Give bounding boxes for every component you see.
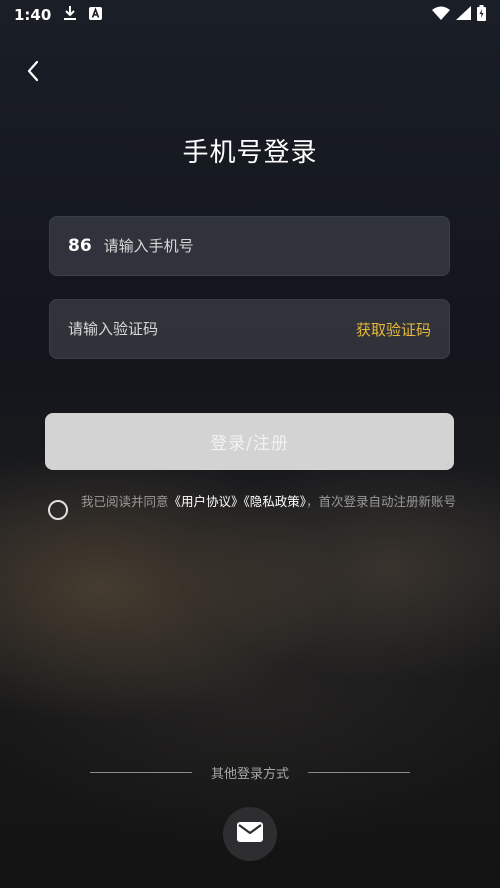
country-code[interactable]: 86 (68, 236, 92, 256)
phone-input[interactable] (103, 237, 431, 255)
divider-right (307, 771, 410, 773)
mail-login-button[interactable] (223, 807, 277, 861)
wifi-icon (432, 6, 450, 24)
get-code-button[interactable]: 获取验证码 (356, 319, 431, 340)
agreement-text: 我已阅读并同意《用户协议》《隐私政策》，首次登录自动注册新账号 (81, 492, 459, 512)
battery-icon (477, 5, 486, 25)
other-login-label: 其他登录方式 (210, 766, 289, 782)
code-field[interactable]: 获取验证码 (49, 299, 450, 359)
signal-icon (456, 6, 471, 24)
a-icon (89, 6, 103, 24)
privacy-policy-link[interactable]: 《隐私政策》 (244, 494, 307, 509)
divider-left (90, 771, 192, 773)
agreement-suffix: ，首次登录自动注册新账号 (306, 494, 457, 509)
agreement-prefix: 我已阅读并同意 (81, 494, 169, 509)
back-chevron-icon (26, 60, 40, 86)
agree-radio[interactable] (48, 500, 68, 520)
mail-icon (237, 822, 263, 846)
back-button[interactable] (20, 60, 46, 86)
status-left: 1:40 (14, 5, 103, 25)
status-right (432, 5, 486, 25)
download-icon (63, 5, 77, 25)
login-register-button[interactable]: 登录/注册 (45, 413, 454, 470)
other-login-row: 其他登录方式 (90, 762, 410, 782)
status-time: 1:40 (14, 6, 52, 24)
status-bar: 1:40 (0, 0, 500, 30)
user-agreement-link[interactable]: 《用户协议》 (169, 494, 244, 509)
page-title: 手机号登录 (182, 138, 318, 168)
phone-field[interactable]: 86 (49, 216, 450, 276)
code-input[interactable] (68, 320, 356, 338)
